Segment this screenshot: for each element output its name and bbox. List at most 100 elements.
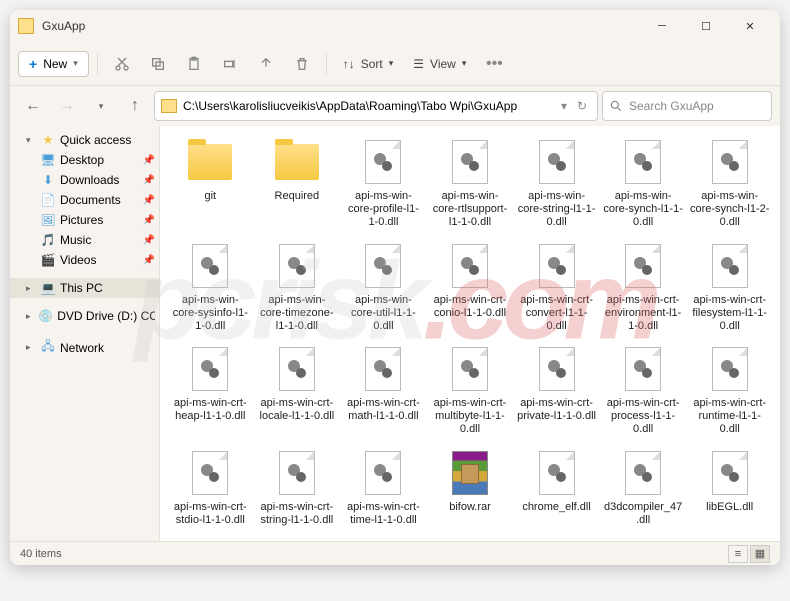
file-grid[interactable]: git Required api-ms-win-core-profile-l1-1-… <box>160 126 780 541</box>
sidebar-dvd-drive[interactable]: ▸💿DVD Drive (D:) CCCC <box>10 306 159 326</box>
sidebar-this-pc[interactable]: ▸💻This PC <box>10 278 159 298</box>
address-bar[interactable]: C:\Users\karolisliucveikis\AppData\Roami… <box>154 91 598 121</box>
dll-icon <box>712 451 748 495</box>
file-item[interactable]: chrome_elf.dll <box>514 445 599 533</box>
pin-icon: 📌 <box>143 175 155 186</box>
dll-icon <box>365 244 401 288</box>
file-name: Required <box>275 190 320 203</box>
sidebar-desktop[interactable]: 🖥Desktop📌 <box>10 150 159 170</box>
file-name: api-ms-win-crt-stdio-l1-1-0.dll <box>170 501 250 527</box>
view-button[interactable]: ☰ View ▾ <box>405 53 474 75</box>
file-name: api-ms-win-crt-math-l1-1-0.dll <box>343 397 423 423</box>
sidebar-pictures[interactable]: 🖼Pictures📌 <box>10 210 159 230</box>
close-button[interactable]: ✕ <box>728 11 772 41</box>
share-button[interactable] <box>250 48 282 80</box>
refresh-button[interactable]: ↻ <box>573 99 591 113</box>
dll-icon <box>625 244 661 288</box>
file-item[interactable]: api-ms-win-crt-environment-l1-1-0.dll <box>601 238 686 340</box>
cut-button[interactable] <box>106 48 138 80</box>
file-item[interactable]: api-ms-win-core-rtlsupport-l1-1-0.dll <box>428 134 513 236</box>
dll-icon <box>452 244 488 288</box>
more-button[interactable]: ••• <box>478 48 510 80</box>
sort-icon: ↑↓ <box>343 57 355 71</box>
paste-button[interactable] <box>178 48 210 80</box>
file-item[interactable]: api-ms-win-crt-private-l1-1-0.dll <box>514 341 599 443</box>
file-item[interactable]: api-ms-win-crt-convert-l1-1-0.dll <box>514 238 599 340</box>
maximize-button[interactable]: ☐ <box>684 11 728 41</box>
sidebar-music[interactable]: 🎵Music📌 <box>10 230 159 250</box>
dll-icon <box>625 140 661 184</box>
file-item[interactable]: api-ms-win-core-sysinfo-l1-1-0.dll <box>168 238 253 340</box>
sidebar-network[interactable]: ▸🖧Network <box>10 334 159 361</box>
sidebar-downloads[interactable]: ⬇Downloads📌 <box>10 170 159 190</box>
dll-icon <box>539 244 575 288</box>
file-item[interactable]: api-ms-win-crt-heap-l1-1-0.dll <box>168 341 253 443</box>
new-label: New <box>43 57 67 71</box>
file-name: api-ms-win-crt-private-l1-1-0.dll <box>517 397 597 423</box>
dll-icon <box>279 451 315 495</box>
file-item[interactable]: api-ms-win-core-synch-l1-1-0.dll <box>601 134 686 236</box>
file-item[interactable]: api-ms-win-core-string-l1-1-0.dll <box>514 134 599 236</box>
thumbnails-view-button[interactable]: ▦ <box>750 545 770 563</box>
pin-icon: 📌 <box>143 215 155 226</box>
file-item[interactable]: api-ms-win-core-util-l1-1-0.dll <box>341 238 426 340</box>
view-icon: ☰ <box>413 57 424 71</box>
file-name: api-ms-win-core-sysinfo-l1-1-0.dll <box>170 294 250 334</box>
file-item[interactable]: api-ms-win-crt-process-l1-1-0.dll <box>601 341 686 443</box>
recent-button[interactable]: ▾ <box>86 91 116 121</box>
file-name: api-ms-win-core-synch-l1-2-0.dll <box>690 190 770 230</box>
minimize-button[interactable]: ─ <box>640 11 684 41</box>
nav-label: Desktop <box>60 153 104 167</box>
up-button[interactable]: ↑ <box>120 91 150 121</box>
new-button[interactable]: + New ▾ <box>18 51 89 77</box>
search-placeholder: Search GxuApp <box>629 99 714 113</box>
file-item[interactable]: api-ms-win-crt-math-l1-1-0.dll <box>341 341 426 443</box>
file-item[interactable]: api-ms-win-core-synch-l1-2-0.dll <box>687 134 772 236</box>
nav-label: Network <box>60 341 104 355</box>
dll-icon <box>365 451 401 495</box>
forward-button[interactable]: → <box>52 91 82 121</box>
sidebar-quick-access[interactable]: ▾★Quick access <box>10 130 159 150</box>
file-item[interactable]: api-ms-win-crt-time-l1-1-0.dll <box>341 445 426 533</box>
sidebar-videos[interactable]: 🎬Videos📌 <box>10 250 159 270</box>
sidebar-documents[interactable]: 📄Documents📌 <box>10 190 159 210</box>
file-item[interactable]: git <box>168 134 253 236</box>
file-item[interactable]: api-ms-win-crt-conio-l1-1-0.dll <box>428 238 513 340</box>
file-name: api-ms-win-crt-runtime-l1-1-0.dll <box>690 397 770 437</box>
search-input[interactable]: Search GxuApp <box>602 91 772 121</box>
file-name: libEGL.dll <box>706 501 753 514</box>
file-name: api-ms-win-crt-convert-l1-1-0.dll <box>517 294 597 334</box>
window-title: GxuApp <box>42 19 640 33</box>
file-item[interactable]: api-ms-win-crt-string-l1-1-0.dll <box>255 445 340 533</box>
dll-icon <box>539 451 575 495</box>
file-item[interactable]: Required <box>255 134 340 236</box>
file-item[interactable]: bifow.rar <box>428 445 513 533</box>
file-name: api-ms-win-core-rtlsupport-l1-1-0.dll <box>430 190 510 230</box>
file-item[interactable]: api-ms-win-crt-multibyte-l1-1-0.dll <box>428 341 513 443</box>
details-view-button[interactable]: ≡ <box>728 545 748 563</box>
copy-button[interactable] <box>142 48 174 80</box>
sort-button[interactable]: ↑↓ Sort ▾ <box>335 53 402 75</box>
chevron-down-icon[interactable]: ▾ <box>555 99 573 113</box>
file-item[interactable]: libEGL.dll <box>687 445 772 533</box>
delete-button[interactable] <box>286 48 318 80</box>
file-item[interactable]: api-ms-win-core-profile-l1-1-0.dll <box>341 134 426 236</box>
back-button[interactable]: ← <box>18 91 48 121</box>
rar-icon <box>452 451 488 495</box>
nav-label: This PC <box>60 281 103 295</box>
view-label: View <box>430 57 456 71</box>
file-item[interactable]: api-ms-win-crt-filesystem-l1-1-0.dll <box>687 238 772 340</box>
file-item[interactable]: api-ms-win-core-timezone-l1-1-0.dll <box>255 238 340 340</box>
file-item[interactable]: api-ms-win-crt-locale-l1-1-0.dll <box>255 341 340 443</box>
file-name: api-ms-win-crt-multibyte-l1-1-0.dll <box>430 397 510 437</box>
file-item[interactable]: api-ms-win-crt-stdio-l1-1-0.dll <box>168 445 253 533</box>
dll-icon <box>712 347 748 391</box>
rename-button[interactable] <box>214 48 246 80</box>
pin-icon: 📌 <box>143 235 155 246</box>
folder-icon <box>188 144 232 180</box>
nav-label: Videos <box>60 253 96 267</box>
titlebar[interactable]: GxuApp ─ ☐ ✕ <box>10 10 780 42</box>
file-item[interactable]: d3dcompiler_47.dll <box>601 445 686 533</box>
explorer-window: GxuApp ─ ☐ ✕ + New ▾ ↑↓ Sort ▾ ☰ View ▾ <box>10 10 780 565</box>
file-item[interactable]: api-ms-win-crt-runtime-l1-1-0.dll <box>687 341 772 443</box>
